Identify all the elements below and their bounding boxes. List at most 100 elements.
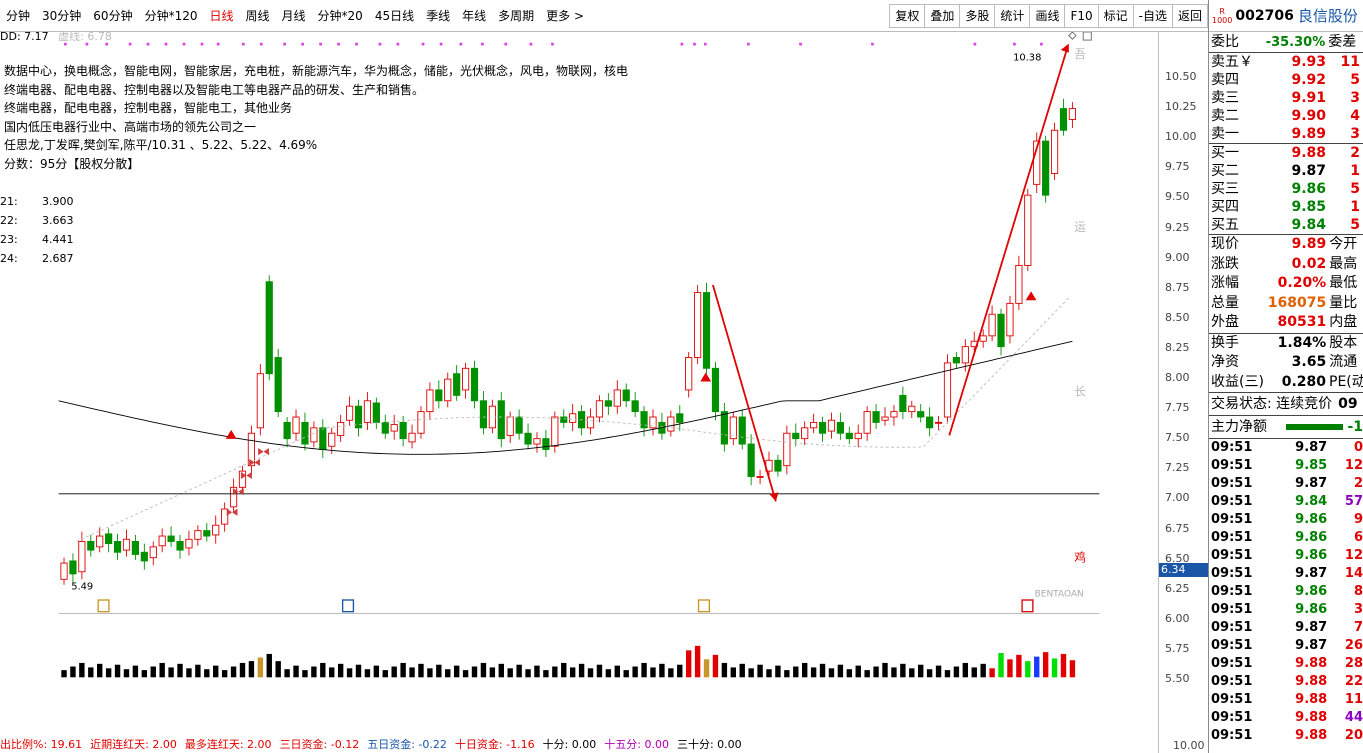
tick-volume: 22 <box>1344 674 1363 689</box>
bids-row[interactable]: 买一 9.88 2 <box>1209 144 1363 162</box>
tick-volume: 44 <box>1344 710 1363 725</box>
info-right-label: 内盘 <box>1329 314 1358 330</box>
tool-button-4[interactable]: 画线 <box>1029 4 1065 28</box>
tick-volume: 12 <box>1344 458 1363 473</box>
tool-button-7[interactable]: -自选 <box>1132 4 1172 28</box>
period-tab-9[interactable]: 季线 <box>420 0 456 32</box>
candle-body <box>845 432 853 440</box>
info-label: 现价 <box>1211 236 1239 252</box>
tool-button-3[interactable]: 统计 <box>994 4 1030 28</box>
main-net-row[interactable]: 主力净额 -1 <box>1209 416 1363 438</box>
stock-header[interactable]: R 1000 002706 良信股份 <box>1209 0 1363 32</box>
tick-price: 9.87 <box>1295 476 1328 491</box>
asks-row[interactable]: 卖一 9.89 3 <box>1209 125 1363 143</box>
period-tab-0[interactable]: 分钟 <box>0 0 36 32</box>
tick-row: 09:51 9.88 20 <box>1209 727 1363 745</box>
signal-dot <box>551 42 554 46</box>
period-tab-2[interactable]: 60分钟 <box>87 0 138 32</box>
period-tab-8[interactable]: 45日线 <box>369 0 420 32</box>
side-char-2: 运 <box>1074 220 1086 234</box>
side-char-1: 吾 <box>1074 47 1086 61</box>
tick-list[interactable]: 09:51 9.87 0 09:51 9.85 12 09:51 9.87 2 09:51 9.84… <box>1209 439 1363 745</box>
price-tick: 9.75 <box>1165 160 1190 174</box>
badge-bottom: 1000 <box>1212 15 1233 25</box>
candlestick-chart[interactable]: 10.38 5.49 BENTAOAN 吾运长鸡 <box>0 32 1158 680</box>
signal-dot <box>680 42 684 46</box>
volume-bar <box>569 667 576 678</box>
volume-bar <box>775 665 781 678</box>
period-tab-10[interactable]: 年线 <box>456 0 492 32</box>
bids-row[interactable]: 买五 9.84 5 <box>1209 216 1363 234</box>
info2-row: 净资 3.65 流通 <box>1209 353 1363 373</box>
tick-price: 9.88 <box>1295 674 1328 689</box>
volume-bar <box>998 653 1004 678</box>
volume-bar <box>445 669 451 678</box>
volume-bar <box>962 662 969 678</box>
volume-bar <box>766 669 772 678</box>
tick-price: 9.87 <box>1295 440 1328 455</box>
buy-signal-triangle <box>225 429 237 439</box>
trade-status: 交易状态: 连续竞价 <box>1211 396 1333 412</box>
price-tick: 10.50 <box>1165 70 1197 83</box>
order-level: 买三 <box>1211 181 1239 197</box>
tick-price: 9.86 <box>1295 584 1328 599</box>
volume-bar <box>730 667 737 678</box>
price-tick: 7.75 <box>1165 401 1190 415</box>
period-tabs: 分钟 30分钟 60分钟 分钟*120 日线 周线 月线 分钟*20 45日线 季线 年线 多周期 更多… <box>0 0 590 31</box>
period-tab-1[interactable]: 30分钟 <box>36 0 87 32</box>
candle-body <box>1042 140 1050 196</box>
volume-bar <box>311 666 317 678</box>
candle-body <box>702 292 711 369</box>
volume-bar <box>275 661 281 678</box>
tool-button-1[interactable]: 叠加 <box>924 4 960 28</box>
tool-button-2[interactable]: 多股 <box>959 4 995 28</box>
trade-status-tail: 09 <box>1338 396 1358 412</box>
asks-row[interactable]: 卖四 9.92 5 <box>1209 71 1363 89</box>
event-marker-icon <box>97 599 110 613</box>
period-tab-11[interactable]: 多周期 <box>492 0 540 32</box>
candle-body <box>60 562 68 580</box>
candle-body <box>274 357 282 413</box>
info-label: 涨幅 <box>1211 275 1239 291</box>
bids-row[interactable]: 买二 9.87 1 <box>1209 162 1363 180</box>
candle-body <box>836 421 844 434</box>
volume-bar <box>605 669 612 678</box>
signal-dot <box>421 42 425 46</box>
bids-row[interactable]: 买三 9.86 5 <box>1209 180 1363 198</box>
order-qty: 11 <box>1340 54 1360 70</box>
candle-body <box>506 416 514 436</box>
volume-bar <box>909 668 915 678</box>
trading-window: 分钟 30分钟 60分钟 分钟*120 日线 周线 月线 分钟*20 45日线 季线 年线 多周期 更多… <box>0 0 1363 753</box>
volume-bar <box>784 670 790 678</box>
tool-button-8[interactable]: 返回 <box>1171 4 1208 28</box>
info-right-label: 量比 <box>1329 294 1358 311</box>
tool-button-5[interactable]: F10 <box>1064 4 1098 28</box>
tick-row: 09:51 9.86 9 <box>1209 511 1363 529</box>
period-tab-7[interactable]: 分钟*20 <box>312 0 369 32</box>
volume-bar <box>382 670 388 678</box>
volume-bar <box>329 667 335 678</box>
period-tab-5[interactable]: 周线 <box>240 0 276 32</box>
period-tab-3[interactable]: 分钟*120 <box>139 0 204 32</box>
signal-dot <box>64 42 67 46</box>
period-tab-12[interactable]: 更多 > <box>540 0 590 32</box>
tool-button-6[interactable]: 标记 <box>1097 4 1133 28</box>
tick-row: 09:51 9.87 0 <box>1209 439 1363 457</box>
candle-body <box>676 413 684 423</box>
tick-volume: 14 <box>1344 566 1363 581</box>
info-value: 80531 <box>1277 314 1327 330</box>
volume-bar <box>525 669 531 678</box>
candle-body <box>952 357 960 364</box>
asks-row[interactable]: 卖二 9.90 4 <box>1209 107 1363 125</box>
volume-bar <box>239 662 246 678</box>
period-tab-6[interactable]: 月线 <box>276 0 312 32</box>
bids-row[interactable]: 买四 9.85 1 <box>1209 198 1363 216</box>
tool-button-0[interactable]: 复权 <box>889 4 925 28</box>
info-label: 净资 <box>1211 354 1239 370</box>
asks-row[interactable]: 卖五￥ 9.93 11 <box>1209 53 1363 71</box>
period-tab-4[interactable]: 日线 <box>203 0 239 32</box>
asks-row[interactable]: 卖三 9.91 3 <box>1209 89 1363 107</box>
candle-body <box>542 438 550 450</box>
volume-bar <box>213 665 219 678</box>
signal-dot <box>337 42 340 46</box>
